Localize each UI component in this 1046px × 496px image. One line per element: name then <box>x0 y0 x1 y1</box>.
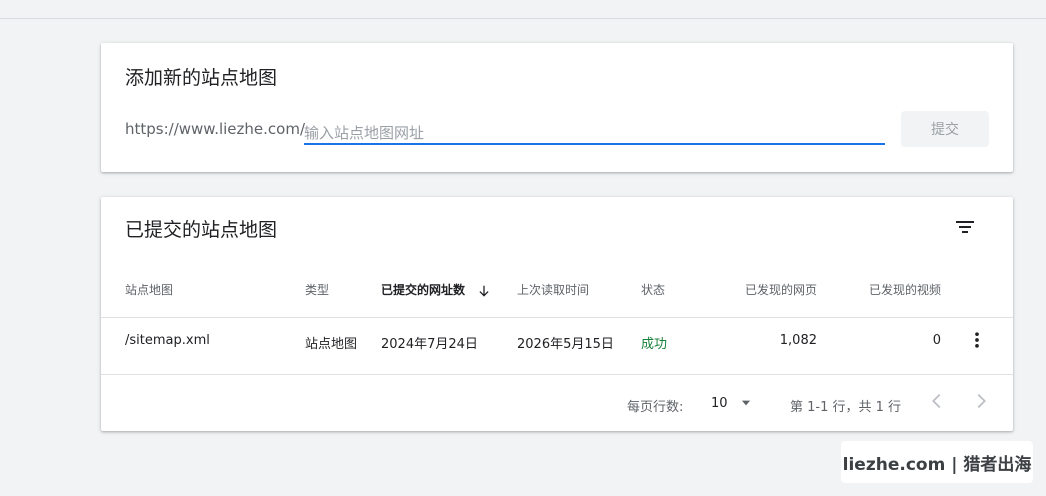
chevron-left-icon[interactable] <box>926 390 948 412</box>
sitemap-url-input[interactable] <box>304 120 885 145</box>
column-header-pages[interactable]: 已发现的网页 <box>701 281 817 298</box>
pagination-range: 第 1-1 行，共 1 行 <box>790 400 902 415</box>
column-header-sitemap[interactable]: 站点地图 <box>125 281 173 298</box>
add-sitemap-card: 添加新的站点地图 https://www.liezhe.com/ 提交 <box>101 43 1013 172</box>
add-sitemap-title: 添加新的站点地图 <box>125 67 278 89</box>
chevron-right-icon[interactable] <box>970 390 992 412</box>
cell-type: 站点地图 <box>305 337 358 352</box>
header-divider <box>101 317 1013 318</box>
rows-per-page-select[interactable]: 10 <box>711 393 757 415</box>
column-header-status[interactable]: 状态 <box>641 281 665 298</box>
submit-button[interactable]: 提交 <box>901 111 989 147</box>
cell-last-read: 2026年5月15日 <box>517 337 614 352</box>
cell-sitemap: /sitemap.xml <box>125 333 210 348</box>
submitted-sitemaps-title: 已提交的站点地图 <box>125 219 278 241</box>
column-header-last-read[interactable]: 上次读取时间 <box>517 281 589 298</box>
rows-per-page-value: 10 <box>711 396 728 411</box>
column-header-submitted[interactable]: 已提交的网址数 <box>381 281 491 298</box>
status-badge: 成功 <box>641 337 668 352</box>
arrow-drop-down-icon <box>741 400 751 406</box>
arrow-downward-icon <box>479 285 489 297</box>
column-header-submitted-label: 已提交的网址数 <box>381 283 466 297</box>
watermark-logo: liezhe.com | 猎者出海 <box>841 441 1033 483</box>
cell-submitted: 2024年7月24日 <box>381 337 478 352</box>
more-vert-icon[interactable] <box>967 330 987 350</box>
column-header-videos[interactable]: 已发现的视频 <box>831 281 941 298</box>
submitted-sitemaps-card: 已提交的站点地图 站点地图 类型 已提交的网址数 上次读取时间 状态 已发现的网… <box>101 197 1013 431</box>
rows-per-page-label: 每页行数: <box>627 400 684 415</box>
column-header-type[interactable]: 类型 <box>305 281 329 298</box>
cell-pages: 1,082 <box>779 333 817 348</box>
cell-videos: 0 <box>932 333 941 348</box>
url-prefix: https://www.liezhe.com/ <box>125 120 305 138</box>
filter-list-icon[interactable] <box>953 215 977 239</box>
row-divider <box>101 374 1013 375</box>
top-divider <box>0 18 1046 19</box>
